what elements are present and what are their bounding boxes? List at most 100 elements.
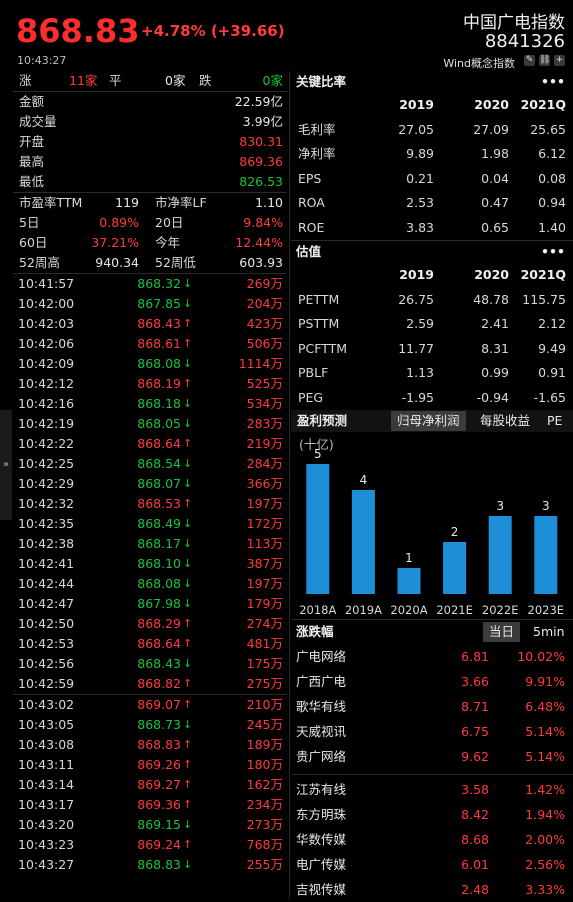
tick-row: 10:43:27 868.83 ↓ 255万 [13, 855, 287, 875]
arrow-down-icon: ↓ [183, 818, 193, 831]
tick-time: 10:42:59 [18, 676, 75, 691]
tick-row: 10:41:57 868.32 ↓ 269万 [13, 274, 287, 294]
list-item[interactable]: 广西广电 3.66 9.91% [291, 669, 573, 694]
flat-label: 平 [109, 73, 122, 88]
bar-value-label: 4 [360, 473, 368, 487]
stat-value: 12.44% [235, 235, 283, 250]
tab-today[interactable]: 当日 [483, 622, 521, 642]
cell-value: 0.99 [481, 365, 509, 380]
list-item[interactable]: 广电网络 6.81 10.02% [291, 644, 573, 669]
list-item[interactable]: 东方明珠 8.42 1.94% [291, 802, 573, 827]
tab-eps[interactable]: 每股收益 [474, 411, 536, 431]
tick-volume: 481万 [246, 636, 283, 651]
list-item[interactable]: 贵广网络 9.62 5.14% [291, 744, 573, 769]
tick-time: 10:42:38 [18, 536, 75, 551]
tick-volume: 273万 [246, 817, 283, 832]
tab-net-profit[interactable]: 归母净利润 [391, 411, 466, 431]
tick-volume: 197万 [246, 496, 283, 511]
tick-time: 10:42:29 [18, 476, 75, 491]
stat-pair-row: 5日 0.89% 20日 9.84% [13, 213, 287, 233]
expand-panel-icon[interactable]: » [0, 410, 12, 520]
tick-price: 868.08 [137, 356, 181, 371]
tick-price: 868.07 [137, 476, 181, 491]
more-dots-icon[interactable]: ••• [541, 241, 565, 263]
tick-time: 10:42:19 [18, 416, 75, 431]
arrow-down-icon: ↓ [183, 597, 193, 610]
tick-volume: 284万 [246, 456, 283, 471]
table-row: 毛利率 27.05 27.09 25.65 [291, 118, 573, 143]
cell-value: 2.59 [406, 316, 434, 331]
chart-bar [488, 516, 512, 594]
list-item[interactable]: 吉视传媒 2.48 3.33% [291, 877, 573, 902]
cell-value: 2.53 [406, 195, 434, 210]
tick-price: 867.85 [137, 296, 181, 311]
stat-value: 119 [115, 195, 139, 210]
bar-value-label: 1 [405, 551, 413, 565]
row-label: PETTM [298, 291, 340, 307]
stock-price: 2.48 [461, 882, 489, 897]
tick-row: 10:42:35 868.49 ↓ 172万 [13, 514, 287, 534]
cell-value: 115.75 [522, 291, 566, 307]
list-item[interactable]: 江苏有线 3.58 1.42% [291, 777, 573, 802]
tick-price: 868.82 [137, 676, 181, 691]
tick-volume: 210万 [246, 697, 283, 712]
list-item[interactable]: 天威视讯 6.75 5.14% [291, 719, 573, 744]
arrow-up-icon: ↑ [183, 758, 193, 771]
add-icon[interactable]: + [554, 55, 565, 66]
tick-volume: 387万 [246, 556, 283, 571]
tick-time: 10:43:14 [18, 777, 75, 792]
tick-time: 10:43:17 [18, 797, 75, 812]
tick-volume: 366万 [246, 476, 283, 491]
tick-row: 10:43:14 869.27 ↑ 162万 [13, 775, 287, 795]
tick-price: 868.32 [137, 276, 181, 291]
column-header: 2019 [399, 97, 434, 112]
tab-5min[interactable]: 5min [527, 622, 571, 642]
tick-row: 10:42:44 868.08 ↓ 197万 [13, 574, 287, 594]
tick-row: 10:42:38 868.17 ↓ 113万 [13, 534, 287, 554]
tick-volume: 113万 [246, 536, 283, 551]
tick-row: 10:42:03 868.43 ↑ 423万 [13, 314, 287, 334]
tab-pe[interactable]: PE [541, 411, 568, 431]
tick-price: 868.53 [137, 496, 181, 511]
tick-volume: 255万 [246, 857, 283, 872]
arrow-down-icon: ↓ [183, 297, 193, 310]
tick-price: 867.98 [137, 596, 181, 611]
index-code: 8841326 [484, 31, 565, 52]
stat-value: 3.99亿 [242, 114, 283, 129]
advance-decline-row: 涨 11家 平 0家 跌 0家 [13, 71, 287, 91]
more-dots-icon[interactable]: ••• [541, 71, 565, 93]
tick-time: 10:42:00 [18, 296, 75, 311]
tick-time: 10:41:57 [18, 276, 75, 291]
stat-label: 52周高 [19, 255, 60, 270]
list-item[interactable]: 华数传媒 8.68 2.00% [291, 827, 573, 852]
tick-volume: 245万 [246, 717, 283, 732]
link-icon[interactable]: ⛓ [539, 55, 550, 66]
tick-time: 10:43:11 [18, 757, 75, 772]
tick-row: 10:42:22 868.64 ↑ 219万 [13, 434, 287, 454]
index-name: 中国广电指数 [463, 13, 565, 33]
cell-value: 1.40 [538, 219, 566, 235]
valuation-section-title: 估值 ••• [291, 240, 573, 263]
cell-value: 2.41 [481, 316, 509, 331]
stat-value: 9.84% [243, 215, 283, 230]
tick-time: 10:42:41 [18, 556, 75, 571]
tick-row: 10:43:20 869.15 ↓ 273万 [13, 815, 287, 835]
arrow-down-icon: ↓ [183, 397, 193, 410]
list-item[interactable]: 电广传媒 6.01 2.56% [291, 852, 573, 877]
tick-volume: 768万 [246, 837, 283, 852]
tick-volume: 534万 [246, 396, 283, 411]
stock-price: 8.68 [461, 832, 489, 847]
list-item[interactable]: 歌华有线 8.71 6.48% [291, 694, 573, 719]
arrow-up-icon: ↑ [183, 798, 193, 811]
arrow-up-icon: ↑ [183, 377, 193, 390]
edit-icon[interactable]: ✎ [524, 55, 535, 66]
up-count: 11家 [69, 73, 98, 88]
stat-value: 826.53 [239, 174, 283, 189]
cell-value: -1.95 [401, 389, 434, 405]
arrow-down-icon: ↓ [183, 718, 193, 731]
stat-row: 成交量 3.99亿 [13, 112, 287, 132]
tick-list: 10:41:57 868.32 ↓ 269万 10:42:00 867.85 ↓ 204万 10… [13, 273, 287, 875]
ratios-title: 关键比率 [296, 74, 347, 89]
quote-stats: 金额 22.59亿 成交量 3.99亿 开盘 830.31 最高 869.36 最低 826.53 [13, 91, 287, 192]
stat-value: 1.10 [255, 195, 283, 210]
